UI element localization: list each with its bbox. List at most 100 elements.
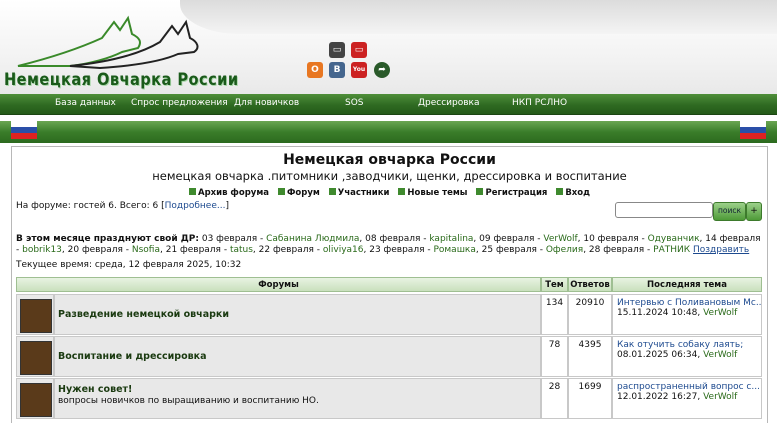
table-row[interactable]: Разведение немецкой овчарки 134 20910 Ин… (16, 294, 762, 335)
table-row[interactable]: Воспитание и дрессировка 78 4395 Как оту… (16, 336, 762, 377)
link-new-topics-label: Новые темы (407, 188, 468, 198)
link-login[interactable]: Вход (556, 188, 590, 198)
birthday-user[interactable]: tatus (230, 245, 253, 255)
table-row[interactable]: Нужен совет! вопросы новичков по выращив… (16, 378, 762, 419)
header-replies: Ответов (568, 277, 612, 292)
link-login-label: Вход (565, 188, 590, 198)
online-stats: На форуме: гостей 6. Всего: 6 [Подробнее… (16, 201, 229, 211)
nav-item-database[interactable]: База данных (55, 94, 116, 114)
link-members-label: Участники (337, 188, 390, 198)
last-topic-link[interactable]: Как отучить собаку лаять; (617, 340, 761, 350)
birthday-date: 28 февраля - (586, 245, 654, 255)
last-topic-cell: Интервью с Поливановым Мс... 15.11.2024 … (612, 294, 762, 335)
birthday-date: 23 февраля - (366, 245, 434, 255)
dog-icon (20, 299, 52, 333)
topics-count: 78 (541, 336, 568, 377)
birthday-user[interactable]: Nsofia (132, 245, 160, 255)
header-decoration (180, 0, 777, 34)
russian-flag-right-icon (740, 121, 766, 139)
main-nav: База данных Спрос предложения Для новичк… (0, 94, 777, 115)
replies-count: 20910 (568, 294, 612, 335)
last-topic-date: 08.01.2025 06:34, (617, 350, 701, 360)
members-icon (328, 188, 336, 195)
birthday-date: 09 февраля - (476, 234, 544, 244)
last-topic-date: 15.11.2024 10:48, (617, 308, 701, 318)
online-more-link[interactable]: Подробнее... (165, 201, 226, 211)
new-topics-icon (398, 188, 406, 195)
forum-content: Немецкая овчарка России немецкая овчарка… (11, 146, 768, 423)
forum-icon-cell (16, 294, 54, 335)
flag-bar (0, 121, 777, 143)
forum-name-cell: Нужен совет! вопросы новичков по выращив… (54, 378, 541, 419)
last-topic-date: 12.01.2022 16:27, (617, 392, 701, 402)
birthday-user[interactable]: РАТНИК (653, 245, 690, 255)
page: Немецкая Овчарка России ▭ ▭ О В You ➦ Ба… (0, 0, 777, 423)
forum-name-cell: Воспитание и дрессировка (54, 336, 541, 377)
link-new-topics[interactable]: Новые темы (398, 188, 468, 198)
birthday-user[interactable]: Ромашка (433, 245, 475, 255)
nav-item-sos[interactable]: SOS (345, 94, 364, 114)
login-icon (556, 188, 564, 195)
forum-icon-cell (16, 336, 54, 377)
forum-link[interactable]: Воспитание и дрессировка (58, 351, 207, 362)
birthday-date: 20 февраля - (64, 245, 132, 255)
forum-description: немецкая овчарка .питомники ,заводчики, … (152, 169, 627, 183)
online-text: На форуме: гостей 6. Всего: 6 [ (16, 201, 165, 211)
last-topic-user[interactable]: VerWolf (703, 350, 737, 360)
table-header: Форумы Тем Ответов Последняя тема (16, 277, 762, 292)
birthday-user[interactable]: VerWolf (543, 234, 577, 244)
current-time: Текущее время: среда, 12 февраля 2025, 1… (16, 260, 242, 270)
last-topic-user[interactable]: VerWolf (703, 308, 737, 318)
birthday-user[interactable]: kapitalina (429, 234, 473, 244)
nav-item-beginners[interactable]: Для новичков (234, 94, 299, 114)
birthday-user[interactable]: oliviya16 (323, 245, 364, 255)
last-topic-link[interactable]: Интервью с Поливановым Мс... (617, 298, 761, 308)
youtube-icon[interactable]: You (351, 62, 367, 78)
share-icon[interactable]: ➦ (374, 62, 390, 78)
site-header: Немецкая Овчарка России ▭ ▭ О В You ➦ (0, 0, 777, 94)
header-forums: Форумы (16, 277, 541, 292)
logo-dogs-icon[interactable] (10, 8, 210, 70)
nav-item-nkp[interactable]: НКП РСЛНО (512, 94, 567, 114)
link-forum[interactable]: Форум (277, 188, 320, 198)
last-topic-cell: Как отучить собаку лаять; 08.01.2025 06:… (612, 336, 762, 377)
site-title[interactable]: Немецкая Овчарка России (4, 70, 239, 90)
topics-count: 134 (541, 294, 568, 335)
advanced-search-button[interactable]: + (746, 202, 762, 221)
last-topic-link[interactable]: распространенный вопрос с... (617, 382, 761, 392)
birthday-user[interactable]: Офелия (546, 245, 583, 255)
congratulate-link[interactable]: Поздравить (693, 245, 749, 255)
birthday-user[interactable]: bobrik13 (22, 245, 62, 255)
vkontakte-icon[interactable]: В (329, 62, 345, 78)
link-register[interactable]: Регистрация (476, 188, 547, 198)
tv-icon[interactable]: ▭ (329, 42, 345, 58)
search-input[interactable] (615, 202, 713, 218)
replies-count: 4395 (568, 336, 612, 377)
birthday-date: 21 февраля - (162, 245, 230, 255)
header-last-topic: Последняя тема (612, 277, 762, 292)
forum-icon-cell (16, 378, 54, 419)
birthday-user[interactable]: Сабанина Людмила (266, 234, 359, 244)
last-topic-user[interactable]: VerWolf (703, 392, 737, 402)
top-links: Архив форума Форум Участники Новые темы … (12, 188, 767, 198)
birthday-date: 10 февраля - (580, 234, 648, 244)
link-archive[interactable]: Архив форума (188, 188, 269, 198)
odnoklassniki-icon[interactable]: О (307, 62, 323, 78)
forum-icon (277, 188, 285, 195)
forum-link[interactable]: Разведение немецкой овчарки (58, 309, 229, 320)
archive-icon (188, 188, 196, 195)
forum-title: Немецкая овчарка России (283, 152, 496, 168)
forum-link[interactable]: Нужен совет! (58, 384, 132, 395)
birthday-date: 03 февраля - (201, 234, 267, 244)
youtube-icon-top[interactable]: ▭ (351, 42, 367, 58)
replies-count: 1699 (568, 378, 612, 419)
nav-item-training[interactable]: Дрессировка (418, 94, 480, 114)
birthday-date: 08 февраля - (362, 234, 430, 244)
search-button[interactable]: поиск (713, 202, 746, 221)
link-members[interactable]: Участники (328, 188, 390, 198)
register-icon (476, 188, 484, 195)
birthday-date: 25 февраля - (478, 245, 546, 255)
last-topic-cell: распространенный вопрос с... 12.01.2022 … (612, 378, 762, 419)
birthday-user[interactable]: Одуванчик (648, 234, 700, 244)
nav-item-offers[interactable]: Спрос предложения (131, 94, 228, 114)
